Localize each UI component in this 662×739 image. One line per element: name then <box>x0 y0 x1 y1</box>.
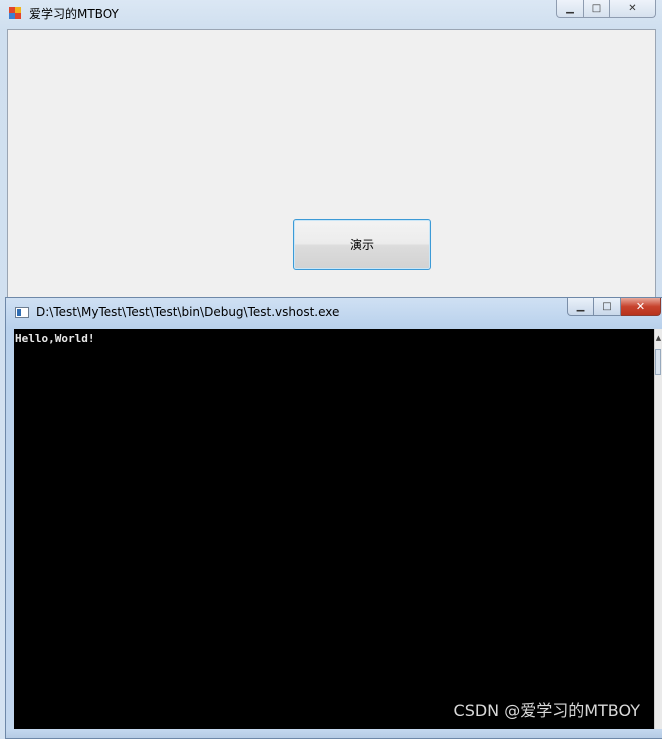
demo-button[interactable]: 演示 <box>293 219 431 270</box>
form-caption-buttons: ▁ □ ✕ <box>556 0 656 19</box>
console-close-button[interactable]: ✕ <box>621 298 661 316</box>
console-scrollbar[interactable]: ▲ <box>654 329 662 729</box>
form-titlebar[interactable]: 爱学习的MTBOY ▁ □ ✕ <box>0 0 662 28</box>
winforms-app-icon <box>9 7 22 20</box>
close-icon: ✕ <box>628 3 637 14</box>
maximize-button[interactable]: □ <box>584 0 610 18</box>
console-title: D:\Test\MyTest\Test\Test\bin\Debug\Test.… <box>36 305 340 319</box>
console-caption-buttons: ▁ □ ✕ <box>567 298 661 317</box>
maximize-icon: □ <box>602 301 612 312</box>
minimize-icon: ▁ <box>576 301 585 312</box>
console-app-icon <box>15 307 29 318</box>
scroll-up-icon[interactable]: ▲ <box>655 330 662 346</box>
close-button[interactable]: ✕ <box>610 0 656 18</box>
minimize-icon: ▁ <box>566 3 574 14</box>
console-output: Hello,World! <box>15 332 95 345</box>
close-icon: ✕ <box>635 300 646 313</box>
maximize-icon: □ <box>591 3 602 14</box>
console-maximize-button[interactable]: □ <box>594 298 621 316</box>
minimize-button[interactable]: ▁ <box>556 0 584 18</box>
console-bottom-border <box>6 730 662 738</box>
console-titlebar[interactable]: D:\Test\MyTest\Test\Test\bin\Debug\Test.… <box>6 298 662 328</box>
watermark: CSDN @爱学习的MTBOY <box>453 701 640 720</box>
console-minimize-button[interactable]: ▁ <box>567 298 594 316</box>
console-screen[interactable]: Hello,World! CSDN @爱学习的MTBOY <box>14 329 656 729</box>
scroll-thumb[interactable] <box>655 349 661 375</box>
form-title: 爱学习的MTBOY <box>29 7 119 21</box>
console-window: D:\Test\MyTest\Test\Test\bin\Debug\Test.… <box>5 297 662 739</box>
